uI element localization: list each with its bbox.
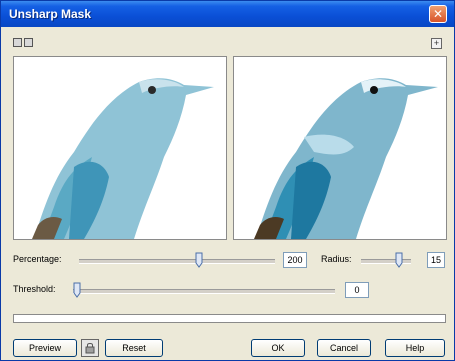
lock-button[interactable] [81, 339, 99, 357]
single-view-icon[interactable] [24, 38, 33, 47]
threshold-value-field[interactable]: 0 [345, 282, 369, 298]
progress-bar [13, 314, 446, 323]
original-preview-pane[interactable] [13, 56, 227, 240]
lock-icon [85, 343, 95, 354]
threshold-label: Threshold: [13, 284, 56, 294]
preview-button[interactable]: Preview [13, 339, 77, 357]
percentage-label: Percentage: [13, 254, 62, 264]
threshold-slider-track[interactable] [73, 289, 335, 294]
unsharp-mask-dialog: Unsharp Mask ✕ + Percentage: 200 Radius:… [0, 0, 455, 361]
percentage-slider-thumb[interactable] [195, 252, 203, 268]
close-icon: ✕ [432, 7, 444, 21]
radius-label: Radius: [321, 254, 352, 264]
sharpened-bird-image [254, 78, 438, 239]
help-button[interactable]: Help [385, 339, 445, 357]
close-button[interactable]: ✕ [429, 5, 447, 23]
title-bar[interactable]: Unsharp Mask ✕ [1, 1, 454, 27]
radius-value-field[interactable]: 15 [427, 252, 445, 268]
percentage-value-field[interactable]: 200 [283, 252, 307, 268]
plus-icon[interactable]: + [431, 38, 442, 49]
ok-button[interactable]: OK [251, 339, 305, 357]
reset-button[interactable]: Reset [105, 339, 163, 357]
dual-view-icon[interactable] [13, 38, 22, 47]
dialog-title: Unsharp Mask [9, 7, 92, 21]
percentage-slider-track[interactable] [79, 259, 275, 264]
radius-slider-thumb[interactable] [395, 252, 403, 268]
original-bird-image [32, 78, 214, 239]
threshold-slider-thumb[interactable] [73, 282, 81, 298]
radius-slider-track[interactable] [361, 259, 411, 264]
cancel-button[interactable]: Cancel [317, 339, 371, 357]
result-preview-pane[interactable] [233, 56, 447, 240]
